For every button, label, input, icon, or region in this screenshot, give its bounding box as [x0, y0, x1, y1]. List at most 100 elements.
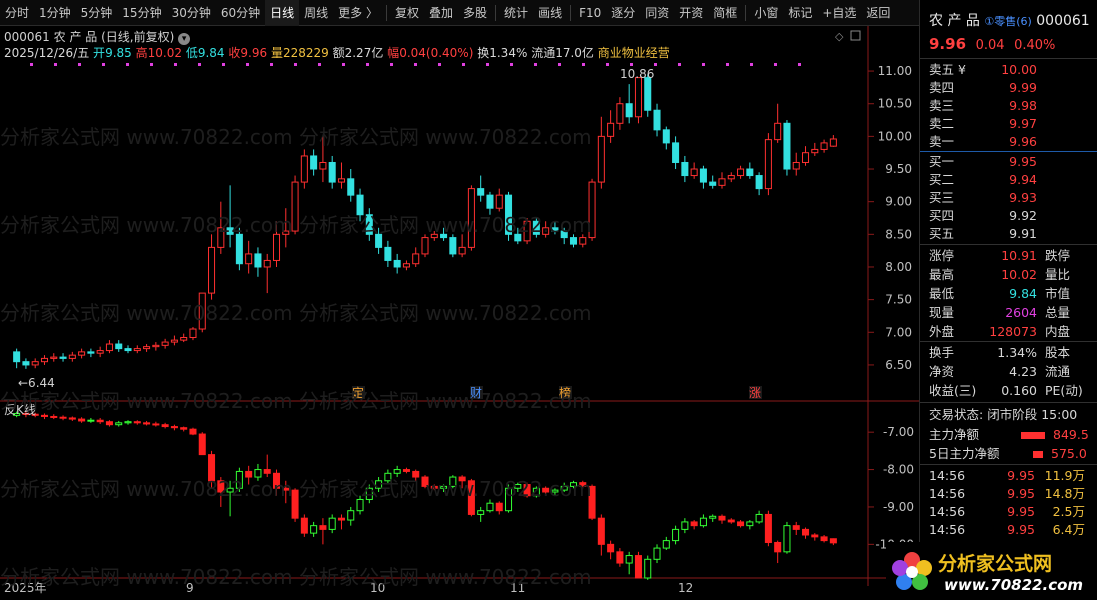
toolbar-item[interactable]: 叠加 — [424, 0, 458, 26]
indicator-candle — [737, 520, 745, 528]
candle — [254, 247, 262, 277]
indicator-candle — [124, 420, 132, 425]
candle — [755, 172, 763, 196]
svg-text:涨: 涨 — [749, 385, 761, 400]
indicator-candle — [690, 520, 698, 530]
candle — [68, 351, 76, 362]
candle — [672, 136, 680, 170]
toolbar-item[interactable]: 周线 — [299, 0, 333, 26]
candle — [811, 142, 819, 156]
candle — [774, 103, 782, 143]
flow-row: 主力净额 849.5 — [929, 427, 1089, 442]
stat-row: 换手 1.34% 股本 — [929, 345, 1071, 360]
ask-row: 卖一 9.96 — [929, 134, 1037, 149]
indicator-candle — [78, 417, 86, 423]
tick-row: 14:56 9.95 2.5万 — [929, 504, 1085, 519]
bid-row: 买五 9.91 — [929, 226, 1037, 241]
price-axis-tick: 8.00 — [885, 260, 912, 274]
indicator-candle — [495, 501, 503, 515]
indicator-candle — [597, 514, 605, 556]
toolbar-item[interactable]: 标记 — [783, 0, 817, 26]
toolbar-item[interactable]: 逐分 — [606, 0, 640, 26]
candle — [337, 162, 345, 189]
price-axis-tick: 10.50 — [878, 97, 912, 111]
indicator-candle — [347, 506, 355, 526]
indicator-candle — [328, 514, 336, 534]
x-axis-label: 12 — [678, 581, 693, 595]
toolbar-item[interactable]: 5分钟 — [76, 0, 118, 26]
candle — [189, 327, 197, 341]
indicator-candle — [625, 551, 633, 575]
indicator-candle — [59, 415, 67, 421]
stat-row: 收益(三) 0.160 PE(动) — [929, 383, 1083, 398]
indicator-candle — [105, 420, 113, 427]
toolbar-item[interactable]: 60分钟 — [216, 0, 265, 26]
quote-price-line: 9.96 0.04 0.40% — [929, 35, 1056, 54]
toolbar-item[interactable]: 分时 — [0, 0, 34, 26]
candle — [495, 188, 503, 212]
price-axis-tick: 9.00 — [885, 195, 912, 209]
candle — [87, 348, 95, 358]
toolbar-item[interactable]: 画线 — [533, 0, 567, 26]
toolbar-item[interactable]: 统计 — [499, 0, 533, 26]
toolbar-item[interactable]: 简框 — [708, 0, 742, 26]
kline-chart[interactable]: 11.00 10.50 10.00 9.50 9.00 8.50 8.00 7.50 7.00 6… — [0, 26, 919, 600]
indicator-candle — [161, 422, 169, 429]
price-axis-tick: 10.00 — [878, 129, 912, 143]
indicator-candle — [263, 454, 271, 478]
candle — [449, 234, 457, 258]
toolbar-item[interactable]: 日线 — [265, 0, 300, 26]
toolbar-item[interactable]: 开资 — [674, 0, 708, 26]
toolbar-item[interactable]: 多股 — [458, 0, 492, 26]
tick-row: 14:56 9.95 6.4万 — [929, 522, 1085, 537]
toolbar-item[interactable]: F10 — [574, 0, 606, 26]
indicator-candle — [477, 506, 485, 522]
watermark: 分析家公式网 www.70822.com 分析家公式网 www.70822.co… — [0, 565, 592, 589]
toolbar-item[interactable]: 小窗 — [749, 0, 783, 26]
stat-row: 现量 2604 总量 — [929, 305, 1071, 320]
candle — [402, 260, 410, 271]
indicator-candle — [607, 540, 615, 560]
indicator-axis-tick: -9.00 — [883, 500, 914, 514]
event-marker[interactable]: 涨 — [749, 385, 762, 400]
indicator-candle — [792, 521, 800, 535]
candle — [718, 172, 726, 189]
toolbar-item[interactable]: 15分钟 — [117, 0, 166, 26]
toolbar-item[interactable]: 同资 — [640, 0, 674, 26]
candle — [625, 84, 633, 124]
window-icon[interactable] — [850, 30, 861, 41]
flower-icon — [892, 552, 932, 590]
candle — [161, 338, 169, 349]
toolbar-item[interactable]: 1分钟 — [34, 0, 76, 26]
indicator-candle — [820, 535, 828, 543]
candle — [486, 191, 494, 215]
stat-row: 涨停 10.91 跌停 — [929, 248, 1071, 263]
indicator-candle — [486, 499, 494, 513]
toolbar-item[interactable]: +自选 — [817, 0, 861, 26]
toolbar-item[interactable]: 30分钟 — [167, 0, 216, 26]
flow-row: 5日主力净额 575.0 — [929, 446, 1087, 461]
indicator-candle — [727, 518, 735, 524]
candle — [802, 146, 810, 166]
candle — [310, 149, 318, 176]
watermark: 分析家公式网 www.70822.com 分析家公式网 www.70822.co… — [0, 213, 592, 237]
candle — [746, 162, 754, 179]
candle — [690, 162, 698, 179]
indicator-candle — [96, 417, 104, 424]
indicator-candle — [755, 510, 763, 524]
stat-row: 外盘 128073 内盘 — [929, 324, 1071, 339]
toolbar-item[interactable]: 更多 〉 — [333, 0, 383, 26]
indicator-candle — [764, 510, 772, 547]
stat-row: 净资 4.23 流通 — [929, 364, 1071, 379]
candle — [653, 103, 661, 137]
indicator-candle — [143, 420, 151, 426]
toolbar-item[interactable]: 返回 — [861, 0, 895, 26]
bid-row: 买二 9.94 — [929, 172, 1037, 187]
logo-name: 分析家公式网 — [938, 552, 1052, 575]
candle — [727, 172, 735, 183]
indicator-candle — [616, 548, 624, 567]
trade-status: 交易状态: 闭市阶段 15:00 — [929, 407, 1078, 422]
toolbar-item[interactable]: 复权 — [390, 0, 424, 26]
indicator-candle — [152, 421, 160, 427]
indicator-candle — [662, 536, 670, 550]
